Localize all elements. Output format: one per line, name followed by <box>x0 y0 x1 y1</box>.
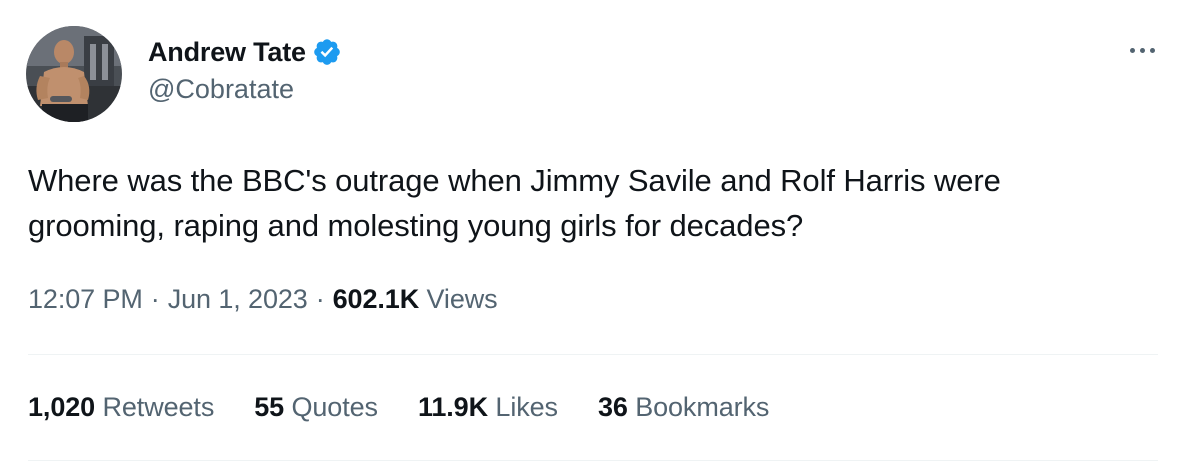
stat-count: 11.9K <box>417 392 488 422</box>
tweet-time: 12:07 PM <box>28 284 143 314</box>
more-dot <box>1129 47 1135 53</box>
divider <box>28 354 1158 355</box>
engagement-stats: 1,020 Retweets 55 Quotes 11.9K Likes 36 … <box>28 392 769 423</box>
meta-separator: · <box>315 284 325 314</box>
more-horizontal-icon[interactable] <box>1122 36 1162 64</box>
tweet-text-line: Where was the BBC's outrage when Jimmy S… <box>28 163 1001 198</box>
divider <box>28 460 1158 461</box>
stat-label: Quotes <box>291 392 378 422</box>
avatar-photo <box>26 26 122 122</box>
tweet-text: Where was the BBC's outrage when Jimmy S… <box>28 158 1148 248</box>
tweet-timestamp-link[interactable]: 12:07 PM · Jun 1, 2023 <box>28 284 308 314</box>
stat-bookmarks[interactable]: 36 Bookmarks <box>598 392 769 423</box>
stat-count: 36 <box>597 392 628 422</box>
stat-count: 1,020 <box>28 392 96 422</box>
author-block: Andrew Tate @Cobratate <box>148 32 342 105</box>
stat-label: Retweets <box>102 392 215 422</box>
meta-separator: · <box>150 284 160 314</box>
more-dot <box>1149 47 1155 53</box>
stat-label: Likes <box>495 392 558 422</box>
display-name[interactable]: Andrew Tate <box>148 37 306 68</box>
tweet-card: Andrew Tate @Cobratate Where was the BBC… <box>0 0 1184 470</box>
tweet-meta: 12:07 PM · Jun 1, 2023 · 602.1K Views <box>28 284 498 315</box>
more-dot <box>1139 47 1145 53</box>
stat-count: 55 <box>254 392 285 422</box>
stat-likes[interactable]: 11.9K Likes <box>418 392 558 423</box>
avatar[interactable] <box>26 26 122 122</box>
name-row: Andrew Tate <box>148 32 342 72</box>
tweet-text-line: grooming, raping and molesting young gir… <box>28 208 804 243</box>
handle[interactable]: @Cobratate <box>148 74 342 105</box>
stat-retweets[interactable]: 1,020 Retweets <box>28 392 214 423</box>
views-label: Views <box>426 284 498 314</box>
views-link[interactable]: 602.1K Views <box>333 284 498 314</box>
stat-quotes[interactable]: 55 Quotes <box>254 392 378 423</box>
views-count: 602.1K <box>332 284 420 314</box>
stat-label: Bookmarks <box>635 392 770 422</box>
verified-badge-icon[interactable] <box>312 37 342 67</box>
tweet-date: Jun 1, 2023 <box>167 284 308 314</box>
